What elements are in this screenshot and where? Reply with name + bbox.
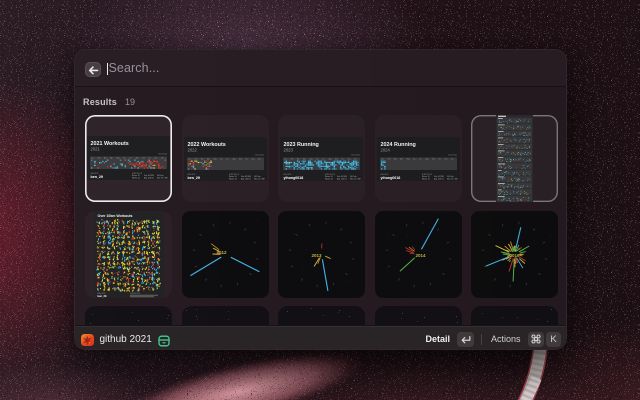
svg-text:yihong0618: yihong0618	[284, 175, 304, 179]
svg-text:Jan: Jan	[91, 157, 94, 159]
svg-text:452 km/yr: 452 km/yr	[351, 154, 360, 156]
svg-text:Over 10km Workouts: Over 10km Workouts	[97, 214, 132, 218]
svg-text:Max: 21.1 KM: Max: 21.1 KM	[350, 178, 361, 180]
svg-text:Weeks: 41: Weeks: 41	[422, 178, 430, 180]
svg-text:Max: 21.1 KM: Max: 21.1 KM	[447, 178, 458, 180]
svg-text:Max: 21.1 KM: Max: 21.1 KM	[254, 178, 265, 180]
svg-text:STATISTICS: STATISTICS	[130, 292, 141, 295]
svg-text:Feb: Feb	[98, 157, 101, 159]
svg-text:Feb: Feb	[387, 158, 390, 160]
svg-text:Nov: Nov	[155, 157, 158, 159]
svg-text:Sep: Sep	[239, 158, 242, 160]
svg-text:Feb: Feb	[291, 158, 294, 160]
svg-text:Weeks: 41: Weeks: 41	[132, 177, 140, 179]
svg-text:Max: 21.1 KM: Max: 21.1 KM	[157, 177, 168, 179]
svg-text:Jun: Jun	[316, 158, 319, 160]
svg-text:Avg: 14.6 km: Avg: 14.6 km	[241, 177, 251, 180]
svg-text:Sep: Sep	[432, 158, 435, 160]
svg-text:452 km/yr: 452 km/yr	[448, 154, 457, 156]
svg-text:May: May	[117, 157, 120, 159]
svg-text:2021: 2021	[91, 146, 101, 151]
svg-text:Sep: Sep	[142, 157, 145, 159]
svg-text:452 km/yr: 452 km/yr	[255, 154, 264, 156]
svg-text:Dec: Dec	[258, 158, 261, 160]
svg-text:Nov: Nov	[251, 158, 254, 160]
svg-text:Jun: Jun	[413, 158, 416, 160]
svg-text:yihong0618: yihong0618	[380, 175, 400, 179]
svg-text:Feb: Feb	[194, 158, 197, 160]
svg-text:2023: 2023	[284, 147, 294, 152]
svg-text:Jan: Jan	[284, 158, 287, 160]
svg-text:ben_29: ben_29	[187, 175, 199, 179]
svg-text:Nov: Nov	[348, 158, 351, 160]
svg-text:Mar: Mar	[393, 158, 396, 160]
svg-text:Dec: Dec	[451, 158, 454, 160]
svg-text:Avg: 14.6 km: Avg: 14.6 km	[434, 177, 444, 180]
svg-text:Dec: Dec	[161, 157, 164, 159]
svg-text:2012: 2012	[216, 250, 227, 255]
svg-text:452 km/yr: 452 km/yr	[158, 153, 167, 155]
svg-text:2014: 2014	[415, 253, 426, 258]
svg-text:Weeks: 41: Weeks: 41	[229, 178, 237, 180]
svg-text:May: May	[310, 158, 313, 160]
svg-text:Mar: Mar	[297, 158, 300, 160]
svg-text:Mar: Mar	[200, 158, 203, 160]
svg-text:2022: 2022	[187, 147, 197, 152]
svg-text:May: May	[213, 158, 216, 160]
svg-text:ben_29: ben_29	[91, 174, 103, 178]
svg-text:2013: 2013	[311, 253, 322, 258]
svg-text:ben_29: ben_29	[97, 294, 106, 298]
svg-text:Weeks: 41: Weeks: 41	[325, 178, 333, 180]
svg-text:Jun: Jun	[220, 158, 223, 160]
svg-text:Sep: Sep	[335, 158, 338, 160]
svg-text:Jan: Jan	[188, 158, 191, 160]
svg-text:2024: 2024	[380, 147, 390, 152]
svg-text:Avg: 14.6 km: Avg: 14.6 km	[144, 176, 154, 179]
svg-text:Dec: Dec	[354, 158, 357, 160]
svg-text:Mar: Mar	[104, 157, 107, 159]
svg-text:Nov: Nov	[444, 158, 447, 160]
svg-text:2016: 2016	[509, 253, 520, 258]
svg-text:Avg: 14.6 km: Avg: 14.6 km	[337, 177, 347, 180]
svg-text:Jan: Jan	[381, 158, 384, 160]
svg-text:May: May	[406, 158, 409, 160]
svg-text:Jun: Jun	[123, 157, 126, 159]
